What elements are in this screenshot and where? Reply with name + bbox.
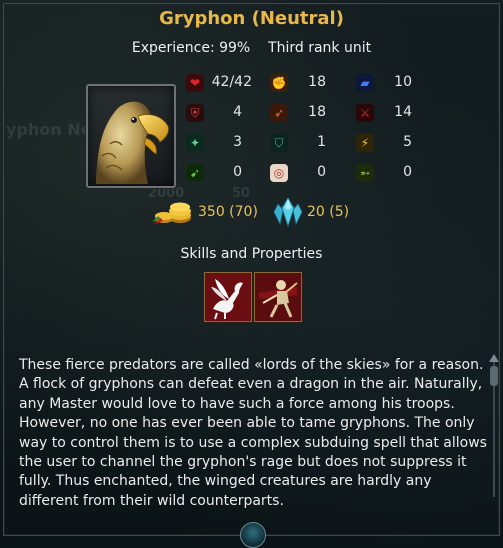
stat-magic-defense: ⛉ 1: [270, 132, 370, 154]
stat-value: 0: [233, 164, 242, 180]
gryphon-portrait-icon: [96, 101, 169, 184]
stat-melee: ➶ 18: [270, 102, 370, 124]
gold-cost: 350 (70): [198, 204, 258, 220]
stat-value: 18: [308, 74, 326, 90]
stat-mana: ▰ 10: [356, 72, 456, 94]
stat-attack: ✊ 18: [270, 72, 370, 94]
skills-title: Skills and Properties: [180, 246, 323, 262]
stat-value: 4: [233, 104, 242, 120]
stat-value: 10: [394, 74, 412, 90]
stat-initiative: ⚡ 5: [356, 132, 456, 154]
crystal-icon: [270, 196, 306, 228]
stat-value: 0: [403, 164, 412, 180]
unit-description: These fierce predators are called «lords…: [19, 357, 487, 509]
stat-value: 0: [317, 164, 326, 180]
unit-portrait: [86, 84, 176, 188]
stat-value: 1: [317, 134, 326, 150]
rank-label: Third rank unit: [268, 40, 372, 56]
stat-value: 14: [394, 104, 412, 120]
description-scrollbar[interactable]: [488, 352, 500, 502]
close-orb-button[interactable]: [240, 522, 266, 548]
stat-value: 42/42: [211, 74, 252, 90]
stat-value: 18: [308, 104, 326, 120]
stat-value: 3: [233, 134, 242, 150]
gold-coins-icon: [150, 198, 196, 226]
experience-label: Experience: 99%: [131, 40, 251, 56]
stat-accuracy: ◎ 0: [270, 162, 370, 184]
stat-value: 5: [403, 134, 412, 150]
unit-subtitle: Experience: 99% Third rank unit: [0, 40, 503, 56]
stat-counter: ⚔ 14: [356, 102, 456, 124]
unit-title: Gryphon (Neutral): [159, 8, 344, 29]
charge-skill-icon: [255, 273, 301, 321]
skill-charge[interactable]: [254, 272, 302, 322]
stat-range: ➵ 0: [356, 162, 456, 184]
pegasus-skill-icon: [205, 273, 251, 321]
crystal-cost: 20 (5): [307, 204, 350, 220]
skill-flying[interactable]: [204, 272, 252, 322]
